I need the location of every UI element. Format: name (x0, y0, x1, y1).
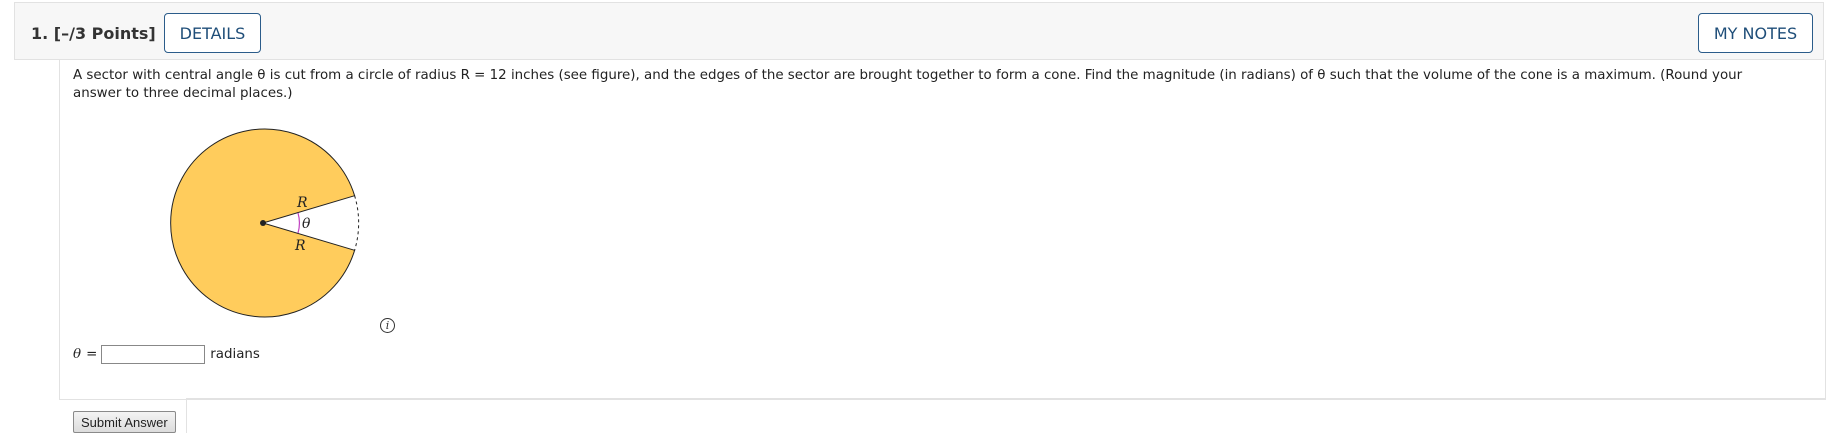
label-r-bottom: R (294, 238, 306, 254)
answer-row: θ = radians (73, 343, 260, 365)
submit-answer-button[interactable]: Submit Answer (73, 411, 176, 433)
answer-variable: θ (73, 346, 82, 362)
info-icon[interactable]: i (380, 318, 395, 333)
details-button[interactable]: DETAILS (164, 13, 261, 53)
answer-input[interactable] (101, 344, 206, 364)
answer-equals: = (86, 346, 98, 362)
sector-figure: R θ R (160, 125, 370, 325)
label-theta: θ (302, 216, 311, 232)
submit-area-border (186, 398, 1826, 433)
label-r-top: R (296, 195, 308, 211)
theta-arc (297, 212, 300, 234)
center-point (260, 220, 266, 226)
problem-text: A sector with central angle θ is cut fro… (73, 68, 1743, 101)
answer-unit: radians (210, 346, 260, 362)
question-header: 1. [–/3 Points] DETAILS MY NOTES (14, 2, 1824, 60)
removed-sector-arc (354, 195, 360, 251)
question-number-points: 1. [–/3 Points] (31, 24, 156, 43)
my-notes-button[interactable]: MY NOTES (1698, 13, 1813, 53)
